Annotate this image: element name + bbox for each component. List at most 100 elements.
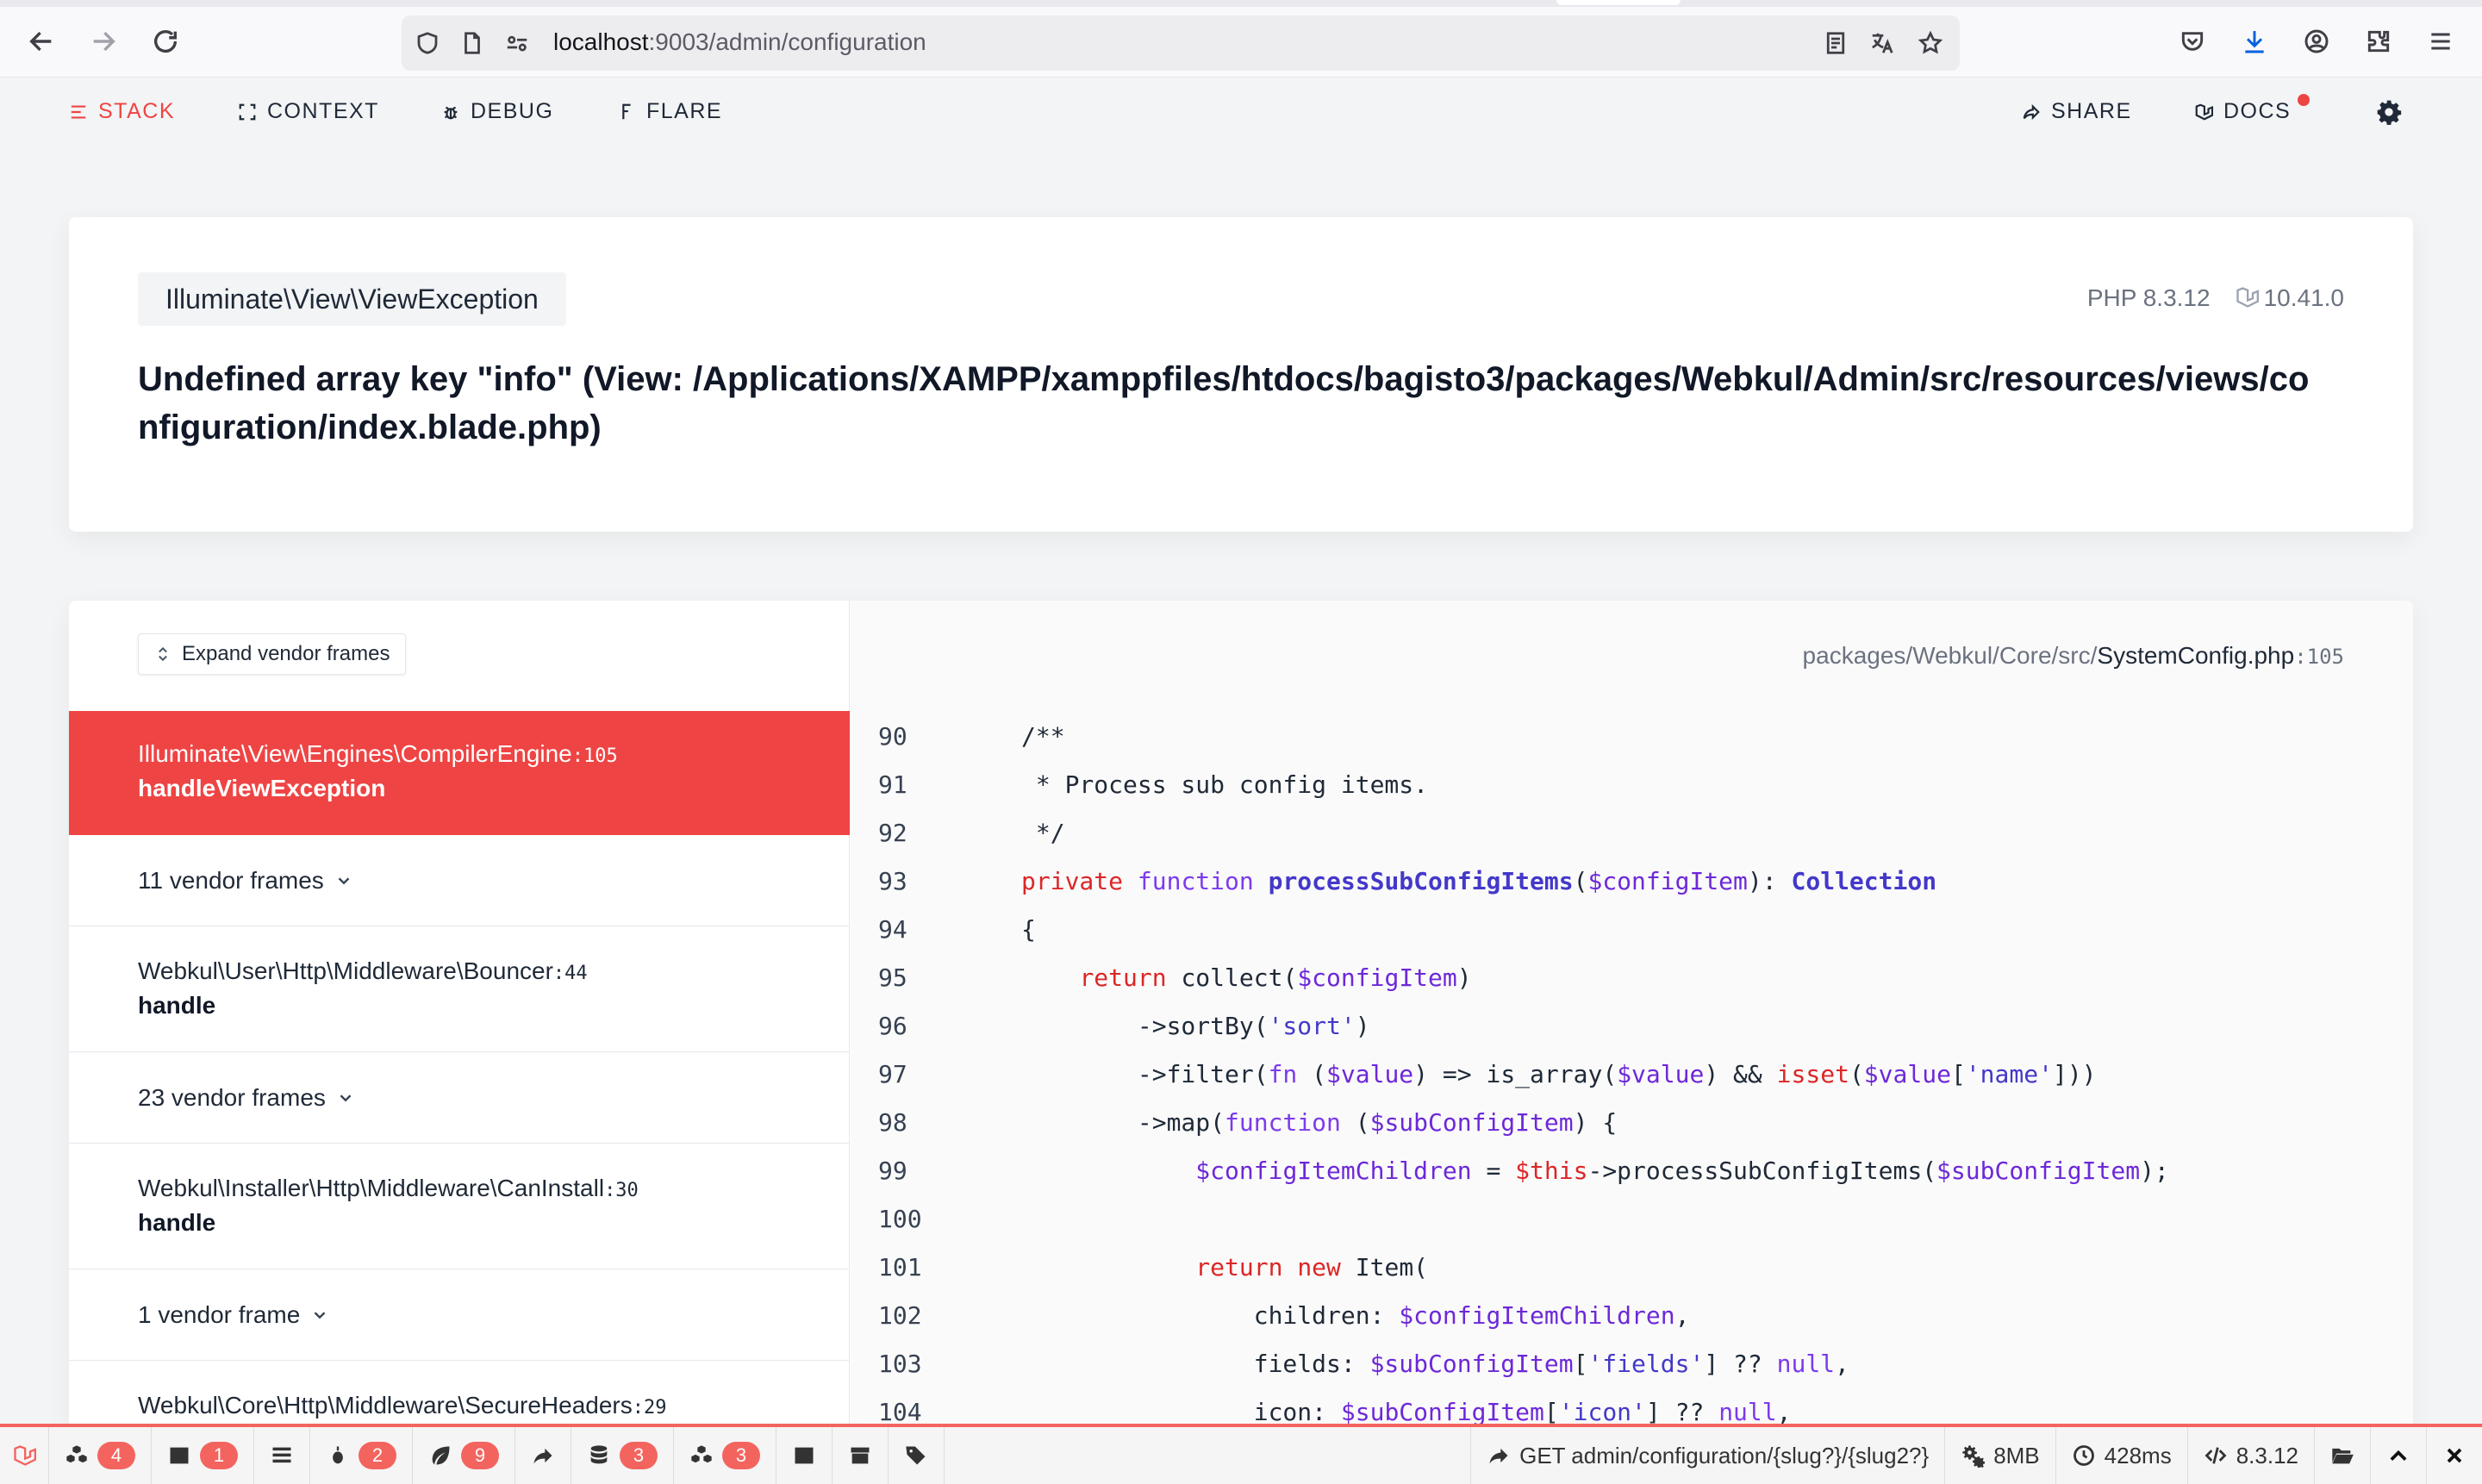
stack-frame-active[interactable]: Illuminate\View\Engines\CompilerEngine:1… xyxy=(69,711,850,835)
line-number[interactable]: 90 xyxy=(878,713,947,761)
laravel-version: 10.41.0 xyxy=(2263,284,2344,311)
url-text[interactable]: localhost:9003/admin/configuration xyxy=(553,28,926,56)
database-icon xyxy=(590,1445,608,1464)
line-number[interactable]: 92 xyxy=(878,809,947,857)
vendor-frames-toggle[interactable]: 1 vendor frame xyxy=(69,1269,850,1361)
debugbar-tab-models[interactable]: 9 xyxy=(413,1427,515,1484)
code-line: 103 fields: $subConfigItem['fields'] ?? … xyxy=(851,1340,2413,1388)
browser-toolbar: localhost:9003/admin/configuration xyxy=(0,0,2482,78)
nav-flare[interactable]: FLARE xyxy=(617,99,722,124)
file-path[interactable]: packages/Webkul/Core/src/SystemConfig.ph… xyxy=(1803,642,2344,670)
line-number[interactable]: 101 xyxy=(878,1244,947,1292)
code-line: 102 children: $configItemChildren, xyxy=(851,1292,2413,1340)
line-number[interactable]: 103 xyxy=(878,1340,947,1388)
nav-share[interactable]: SHARE xyxy=(2022,99,2132,124)
cubes-icon xyxy=(691,1445,712,1463)
debugbar-maximize-button[interactable] xyxy=(2370,1427,2426,1484)
active-tab[interactable] xyxy=(1556,0,1681,5)
laravel-icon xyxy=(2195,103,2213,120)
bookmark-star-icon[interactable] xyxy=(1915,28,1946,59)
nav-context[interactable]: CONTEXT xyxy=(238,99,379,124)
line-number[interactable]: 98 xyxy=(878,1099,947,1147)
url-host: localhost xyxy=(553,28,649,55)
nav-stack[interactable]: STACK xyxy=(69,99,175,124)
debugbar-time[interactable]: 428ms xyxy=(2055,1427,2187,1484)
line-number[interactable]: 102 xyxy=(878,1292,947,1340)
code-panel: packages/Webkul/Core/src/SystemConfig.ph… xyxy=(851,601,2413,1428)
line-number[interactable]: 91 xyxy=(878,761,947,809)
downloads-icon[interactable] xyxy=(2237,24,2272,59)
file-line: :105 xyxy=(2294,645,2344,669)
debugbar-tab-route[interactable] xyxy=(515,1427,571,1484)
debugbar-close-button[interactable] xyxy=(2426,1427,2482,1484)
debugbar-memory[interactable]: 8MB xyxy=(1944,1427,2055,1484)
debugbar-logo[interactable] xyxy=(0,1427,49,1484)
expand-vendor-frames-button[interactable]: Expand vendor frames xyxy=(138,633,407,675)
chevron-up-down-icon xyxy=(159,646,167,662)
stack-frame[interactable]: Webkul\Installer\Http\Middleware\CanInst… xyxy=(69,1144,850,1269)
memory-text: 8MB xyxy=(1993,1442,2040,1468)
cubes-icon xyxy=(66,1445,87,1463)
frame-class: Webkul\Installer\Http\Middleware\CanInst… xyxy=(138,1175,605,1201)
debugbar-route-info[interactable]: GET admin/configuration/{slug?}/{slug2?} xyxy=(1470,1427,1944,1484)
frames-panel: Expand vendor frames Illuminate\View\Eng… xyxy=(69,601,850,1428)
php-version: PHP 8.3.12 xyxy=(2086,284,2211,311)
debugbar-tab-exceptions[interactable]: 1 xyxy=(152,1427,254,1484)
menu-icon[interactable] xyxy=(2423,24,2458,59)
reader-view-icon[interactable] xyxy=(1820,28,1851,59)
account-icon[interactable] xyxy=(2299,24,2334,59)
extensions-icon[interactable] xyxy=(2361,24,2396,59)
close-icon xyxy=(2447,1448,2462,1463)
count-badge: 1 xyxy=(200,1442,238,1469)
reload-button[interactable] xyxy=(147,22,184,60)
nav-stack-label: STACK xyxy=(98,99,175,123)
bug-icon xyxy=(444,106,458,119)
line-number[interactable]: 99 xyxy=(878,1147,947,1195)
debugbar-tab-events[interactable]: 3 xyxy=(674,1427,776,1484)
frame-class-wrap: Webkul\Installer\Http\Middleware\CanInst… xyxy=(138,1175,850,1202)
settings-button[interactable] xyxy=(2375,98,2406,129)
ignition-nav: STACK CONTEXT DEBUG FLARE SHARE DOCS xyxy=(0,78,2482,147)
line-number[interactable]: 97 xyxy=(878,1051,947,1099)
file-name: SystemConfig.php xyxy=(2097,642,2295,669)
frame-line: :105 xyxy=(571,745,618,767)
gear-icon xyxy=(2377,100,2402,125)
pocket-icon[interactable] xyxy=(2175,24,2210,59)
vendor-frames-toggle[interactable]: 23 vendor frames xyxy=(69,1052,850,1144)
translate-icon[interactable] xyxy=(1867,28,1898,59)
code-line: 90/** xyxy=(851,713,2413,761)
debugbar-open-button[interactable] xyxy=(2314,1427,2370,1484)
line-number[interactable]: 93 xyxy=(878,857,947,906)
debugbar-tab-archive[interactable] xyxy=(833,1427,889,1484)
nav-docs[interactable]: DOCS xyxy=(2194,94,2311,124)
line-number[interactable]: 96 xyxy=(878,1002,947,1051)
vendor-frames-toggle[interactable]: 11 vendor frames xyxy=(69,835,850,926)
line-number[interactable]: 94 xyxy=(878,906,947,954)
debugbar-tab-tags[interactable] xyxy=(889,1427,945,1484)
frame-class-wrap: Webkul\User\Http\Middleware\Bouncer:44 xyxy=(138,957,850,985)
stack-frame[interactable]: Webkul\Core\Http\Middleware\SecureHeader… xyxy=(69,1361,850,1428)
nav-debug-label: DEBUG xyxy=(471,99,554,123)
debugbar: 4 1 2 9 3 3 GET admin/configuration/{slu… xyxy=(0,1424,2482,1484)
count-badge: 3 xyxy=(722,1442,760,1469)
debugbar-tab-messages[interactable]: 4 xyxy=(49,1427,152,1484)
code-line: 101 return new Item( xyxy=(851,1244,2413,1292)
stack-frame[interactable]: Webkul\User\Http\Middleware\Bouncer:44 h… xyxy=(69,926,850,1052)
arrow-right-icon xyxy=(93,31,115,52)
debugbar-tab-views[interactable] xyxy=(254,1427,310,1484)
nav-debug[interactable]: DEBUG xyxy=(441,99,553,124)
debugbar-php-version[interactable]: 8.3.12 xyxy=(2186,1427,2314,1484)
line-number[interactable]: 100 xyxy=(878,1195,947,1244)
shield-icon[interactable] xyxy=(412,28,443,59)
back-button[interactable] xyxy=(22,22,60,60)
forward-button[interactable] xyxy=(84,22,122,60)
permissions-icon[interactable] xyxy=(502,28,533,59)
debugbar-tab-queries[interactable]: 3 xyxy=(571,1427,674,1484)
debugbar-tab-session[interactable] xyxy=(776,1427,833,1484)
page-icon[interactable] xyxy=(457,28,488,59)
count-badge: 2 xyxy=(359,1442,396,1469)
line-number[interactable]: 95 xyxy=(878,954,947,1002)
debugbar-tab-gate[interactable]: 2 xyxy=(310,1427,413,1484)
line-number[interactable]: 104 xyxy=(878,1388,947,1428)
url-bar[interactable]: localhost:9003/admin/configuration xyxy=(402,16,1960,71)
